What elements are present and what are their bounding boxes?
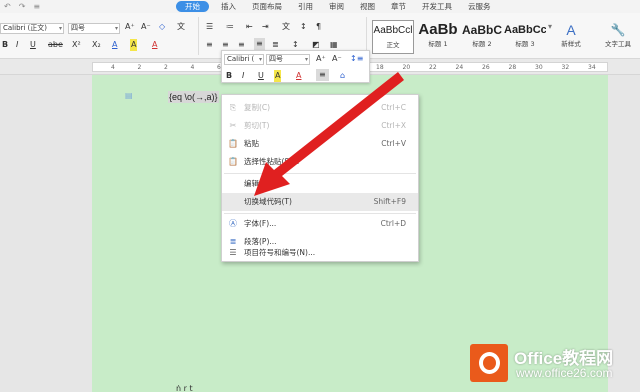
wps-writer-window: ↶ ↷ ≡ 开始 插入 页面布局 引用 审阅 视图 章节 开发工具 云服务 Ca… [0,0,640,392]
office-logo-icon [470,344,508,382]
watermark-url: www.office26.com [516,366,613,380]
annotation-arrow-icon [254,72,404,196]
watermark-logo: Office教程网 www.office26.com [470,342,640,386]
